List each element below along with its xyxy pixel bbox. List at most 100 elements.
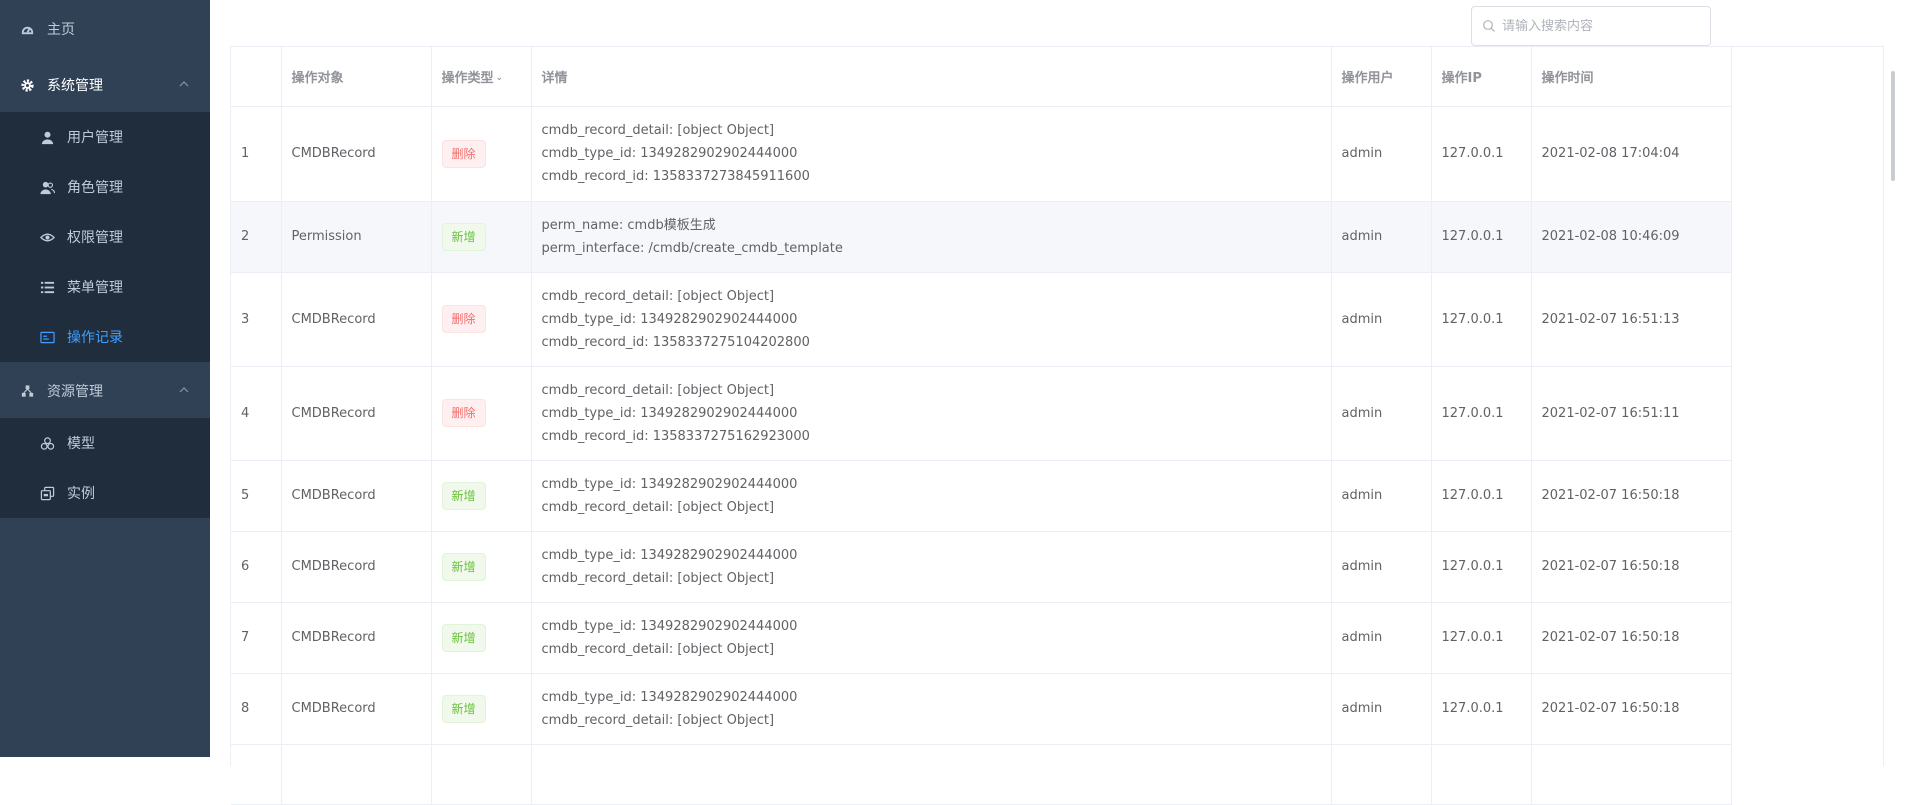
- search-input[interactable]: [1502, 18, 1702, 34]
- cell-object: CMDBRecord: [281, 602, 432, 674]
- cell-object: CMDBRecord: [281, 531, 432, 603]
- table-row[interactable]: 6 CMDBRecord 新增 cmdb_type_id: 1349282902…: [231, 531, 1732, 603]
- cell-detail: cmdb_record_detail: [object Object] cmdb…: [531, 366, 1332, 461]
- record-icon: [39, 329, 55, 345]
- sidebar-item-label: 实例: [67, 486, 95, 502]
- detail-line: cmdb_type_id: 1349282902902444000: [541, 618, 798, 634]
- menu-system-management-label: 系统管理: [47, 78, 103, 94]
- status-badge-add: 新增: [441, 623, 486, 652]
- sidebar-item-label: 权限管理: [67, 230, 123, 246]
- detail-line: cmdb_type_id: 1349282902902444000: [541, 547, 798, 563]
- cell-detail: cmdb_record_detail: [object Object] cmdb…: [531, 106, 1332, 202]
- sidebar-item-role-management[interactable]: 角色管理: [0, 162, 210, 212]
- cell-object: Permission: [281, 201, 432, 273]
- header-index: [231, 47, 282, 107]
- sidebar-item-instance[interactable]: 实例: [0, 468, 210, 518]
- cell-index: 5: [231, 460, 282, 532]
- cell-object: CMDBRecord: [281, 272, 432, 367]
- header-detail: 详情: [531, 47, 1332, 107]
- table-row[interactable]: 3 CMDBRecord 删除 cmdb_record_detail: [obj…: [231, 272, 1732, 367]
- cell-index: 8: [231, 673, 282, 745]
- cell-time: 2021-02-07 16:51:11: [1531, 366, 1732, 461]
- sidebar-item-label: 角色管理: [67, 180, 123, 196]
- cell-user: admin: [1331, 602, 1432, 674]
- status-badge-add: 新增: [441, 694, 486, 723]
- sort-chevron-icon[interactable]: ⌄: [496, 73, 504, 83]
- sidebar-item-label: 模型: [67, 436, 95, 452]
- cell-type: 删除: [431, 366, 532, 461]
- detail-line: cmdb_record_detail: [object Object]: [541, 641, 775, 657]
- sidebar-item-menu-management[interactable]: 菜单管理: [0, 262, 210, 312]
- cell-ip: 127.0.0.1: [1431, 201, 1532, 273]
- table-row[interactable]: 1 CMDBRecord 删除 cmdb_record_detail: [obj…: [231, 106, 1732, 202]
- cell-user: admin: [1331, 366, 1432, 461]
- cell-index: 3: [231, 272, 282, 367]
- cell-time: 2021-02-08 10:46:09: [1531, 201, 1732, 273]
- cell-type: 新增: [431, 201, 532, 273]
- cell-time: 2021-02-07 16:50:18: [1531, 673, 1732, 745]
- cell-time: 2021-02-07 16:50:18: [1531, 531, 1732, 603]
- cell-index: 6: [231, 531, 282, 603]
- sidebar-item-user-management[interactable]: 用户管理: [0, 112, 210, 162]
- sidebar-item-label: 菜单管理: [67, 280, 123, 296]
- status-badge-add: 新增: [441, 552, 486, 581]
- header-object: 操作对象: [281, 47, 432, 107]
- cell-object: CMDBRecord: [281, 460, 432, 532]
- cell-index: 2: [231, 201, 282, 273]
- cell-user: admin: [1331, 272, 1432, 367]
- cell-time: 2021-02-07 16:50:18: [1531, 460, 1732, 532]
- cell-type: 删除: [431, 272, 532, 367]
- table-row[interactable]: 4 CMDBRecord 删除 cmdb_record_detail: [obj…: [231, 366, 1732, 461]
- sidebar-item-permission-management[interactable]: 权限管理: [0, 212, 210, 262]
- detail-line: cmdb_record_id: 1358337273845911600: [541, 169, 810, 184]
- menu-resource-management-label: 资源管理: [47, 384, 103, 400]
- cell-detail: cmdb_type_id: 1349282902902444000 cmdb_r…: [531, 531, 1332, 603]
- cell-type: 新增: [431, 602, 532, 674]
- search-icon: [1483, 20, 1495, 32]
- status-badge-delete: 删除: [441, 399, 486, 427]
- header-time: 操作时间: [1531, 47, 1732, 107]
- cell-ip: 127.0.0.1: [1431, 366, 1532, 461]
- cell-detail: cmdb_record_detail: [object Object] cmdb…: [531, 272, 1332, 367]
- detail-line: cmdb_record_id: 1358337275162923000: [541, 428, 810, 444]
- menu-system-management[interactable]: 系统管理: [0, 60, 210, 110]
- cell-type: 新增: [431, 673, 532, 745]
- sidebar-item-label: 操作记录: [67, 330, 123, 346]
- sidebar-item-label: 用户管理: [67, 130, 123, 146]
- detail-line: cmdb_record_id: 1358337275104202800: [541, 334, 810, 350]
- header-ip: 操作IP: [1431, 47, 1532, 107]
- cell-user: admin: [1331, 673, 1432, 745]
- sidebar-item-operation-log[interactable]: 操作记录: [0, 312, 210, 362]
- status-badge-add: 新增: [441, 222, 486, 251]
- user-icon: [39, 129, 55, 145]
- table-header-row: 操作对象 操作类型 ⌄ 详情 操作用户 操作IP 操作时间: [231, 47, 1732, 107]
- table-row-partial[interactable]: [231, 744, 1732, 805]
- search-box[interactable]: [1471, 6, 1711, 46]
- cell-object: CMDBRecord: [281, 366, 432, 461]
- operation-log-table: 操作对象 操作类型 ⌄ 详情 操作用户 操作IP 操作时间 1 CMDBRecor…: [231, 47, 1732, 805]
- menu-resource-management[interactable]: 资源管理: [0, 366, 210, 416]
- cell-object: CMDBRecord: [281, 673, 432, 745]
- vertical-scrollbar[interactable]: [1891, 71, 1895, 181]
- cell-time: 2021-02-07 16:51:13: [1531, 272, 1732, 367]
- table-row[interactable]: 7 CMDBRecord 新增 cmdb_type_id: 1349282902…: [231, 602, 1732, 674]
- header-type[interactable]: 操作类型 ⌄: [431, 47, 532, 107]
- chevron-up-icon: [178, 384, 190, 396]
- table-row[interactable]: 5 CMDBRecord 新增 cmdb_type_id: 1349282902…: [231, 460, 1732, 532]
- eye-icon: [39, 229, 55, 245]
- cell-ip: 127.0.0.1: [1431, 272, 1532, 367]
- table-row[interactable]: 8 CMDBRecord 新增 cmdb_type_id: 1349282902…: [231, 673, 1732, 745]
- chevron-up-icon: [178, 78, 190, 90]
- cell-object: CMDBRecord: [281, 106, 432, 202]
- menu-home[interactable]: 主页: [0, 4, 210, 54]
- detail-line: cmdb_type_id: 1349282902902444000: [541, 311, 798, 327]
- header-type-label: 操作类型: [441, 70, 494, 86]
- status-badge-delete: 删除: [441, 305, 486, 333]
- cell-detail: cmdb_type_id: 1349282902902444000 cmdb_r…: [531, 460, 1332, 532]
- cell-ip: 127.0.0.1: [1431, 460, 1532, 532]
- cell-user: admin: [1331, 201, 1432, 273]
- table-row[interactable]: 2 Permission 新增 perm_name: cmdb模板生成 perm…: [231, 201, 1732, 273]
- cell-index: 4: [231, 366, 282, 461]
- cell-ip: 127.0.0.1: [1431, 602, 1532, 674]
- sidebar-item-model[interactable]: 模型: [0, 418, 210, 468]
